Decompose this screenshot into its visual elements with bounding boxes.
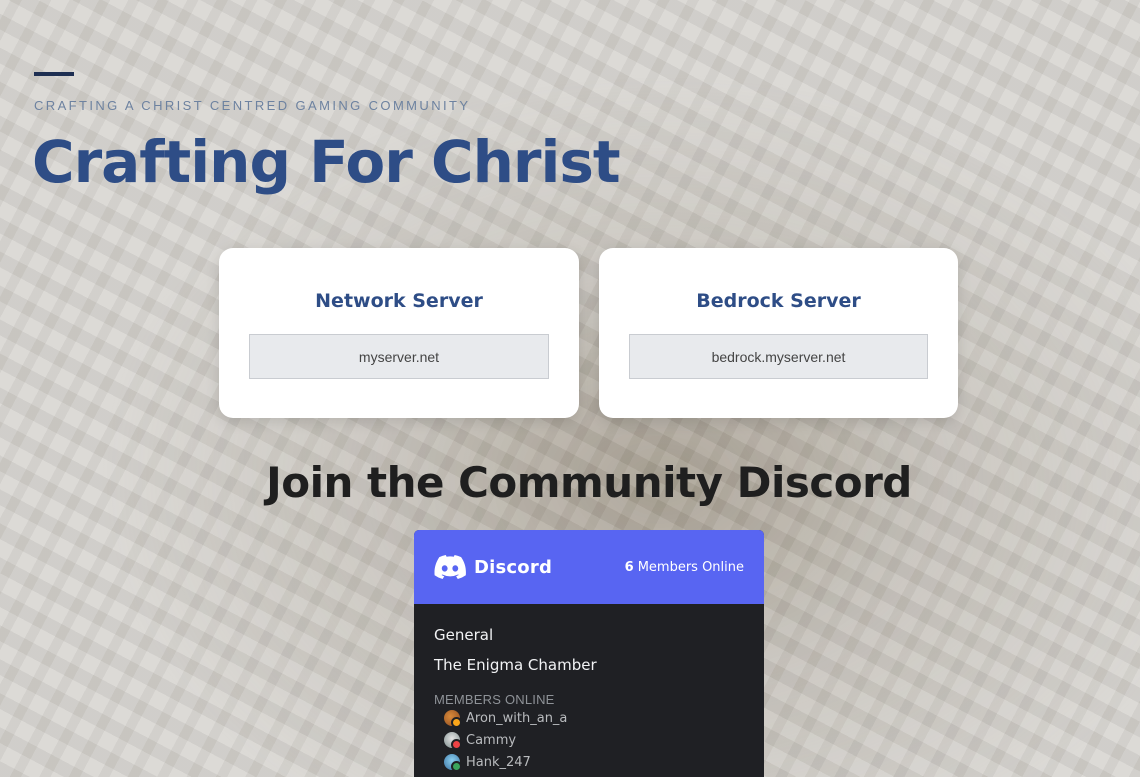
discord-widget-header: Discord 6 Members Online <box>414 530 764 604</box>
discord-wordmark: Discord <box>474 556 553 578</box>
hero-tagline: Crafting a Christ Centred Gaming Communi… <box>34 98 471 113</box>
discord-section-heading: Join the Community Discord <box>266 458 912 507</box>
discord-widget-body: General The Enigma Chamber MEMBERS ONLIN… <box>414 604 764 777</box>
online-count-label: Members Online <box>637 559 744 575</box>
network-server-card: Network Server myserver.net <box>219 248 579 418</box>
member-item[interactable]: Aron_with_an_a <box>444 707 744 729</box>
member-item[interactable]: Hank_247 <box>444 751 744 773</box>
member-avatar <box>444 710 462 728</box>
hero-accent-line <box>34 72 74 76</box>
bedrock-server-title: Bedrock Server <box>696 290 861 312</box>
bedrock-server-card: Bedrock Server bedrock.myserver.net <box>599 248 958 418</box>
discord-widget: Discord 6 Members Online General The Enig… <box>414 530 764 777</box>
network-server-title: Network Server <box>315 290 483 312</box>
members-online-count: 6 Members Online <box>625 560 744 575</box>
member-avatar <box>444 754 462 772</box>
members-online-heading: MEMBERS ONLINE <box>434 692 555 707</box>
discord-logo-icon <box>434 555 466 579</box>
discord-brand-link[interactable]: Discord <box>434 555 552 579</box>
member-name: Cammy <box>466 732 517 748</box>
member-name: Hank_247 <box>466 754 531 770</box>
channel-enigma-chamber[interactable]: The Enigma Chamber <box>434 650 744 680</box>
member-name: Aron_with_an_a <box>466 710 568 726</box>
channel-general[interactable]: General <box>434 620 744 650</box>
online-count-number: 6 <box>624 559 634 575</box>
members-list: Aron_with_an_a Cammy Hank_247 <box>434 707 744 773</box>
member-avatar <box>444 732 462 750</box>
hero-title: Crafting For Christ <box>32 128 621 196</box>
member-item[interactable]: Cammy <box>444 729 744 751</box>
network-server-address[interactable]: myserver.net <box>249 334 549 379</box>
bedrock-server-address[interactable]: bedrock.myserver.net <box>629 334 928 379</box>
